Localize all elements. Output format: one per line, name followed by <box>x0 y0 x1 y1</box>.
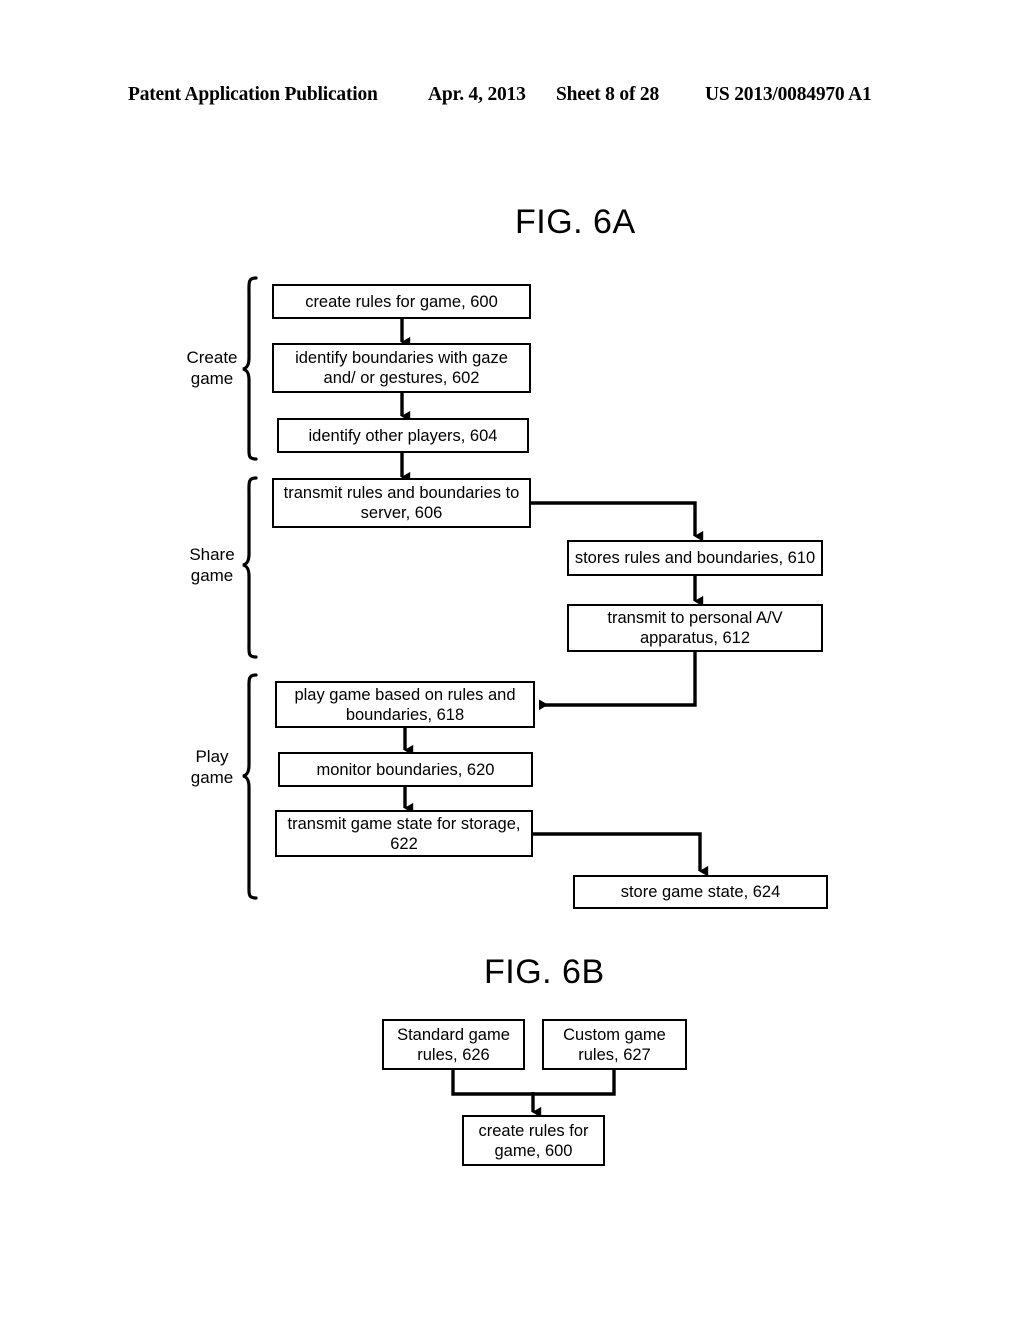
flow-box-612[interactable]: transmit to personal A/V apparatus, 612 <box>567 604 823 652</box>
connector-627-to-merge <box>533 1070 616 1096</box>
flow-box-610[interactable]: stores rules and boundaries, 610 <box>567 540 823 576</box>
group-label-share-game: Share game <box>189 545 235 585</box>
connector-612-to-618 <box>538 651 697 711</box>
bracket-share-game <box>242 476 258 659</box>
connector-622-to-624 <box>533 832 709 877</box>
bracket-play-game <box>242 673 258 900</box>
group-label-play-game: Play game <box>190 747 234 787</box>
flow-box-620[interactable]: monitor boundaries, 620 <box>278 752 533 787</box>
connector-606-to-610 <box>531 501 704 542</box>
flow-box-622[interactable]: transmit game state for storage, 622 <box>275 810 533 857</box>
flow-box-618[interactable]: play game based on rules and boundaries,… <box>275 681 535 728</box>
flow-box-627[interactable]: Custom game rules, 627 <box>542 1019 687 1070</box>
flow-box-600[interactable]: create rules for game, 600 <box>272 284 531 319</box>
flow-box-606[interactable]: transmit rules and boundaries to server,… <box>272 478 531 528</box>
flow-box-602[interactable]: identify boundaries with gaze and/ or ge… <box>272 343 531 393</box>
bracket-create-game <box>242 276 258 461</box>
flow-box-626[interactable]: Standard game rules, 626 <box>382 1019 525 1070</box>
flow-box-604[interactable]: identify other players, 604 <box>277 418 529 453</box>
flow-box-600b[interactable]: create rules for game, 600 <box>462 1115 605 1166</box>
group-label-create-game: Create game <box>186 348 238 388</box>
connector-626-to-merge <box>451 1070 533 1096</box>
flow-box-624[interactable]: store game state, 624 <box>573 875 828 909</box>
